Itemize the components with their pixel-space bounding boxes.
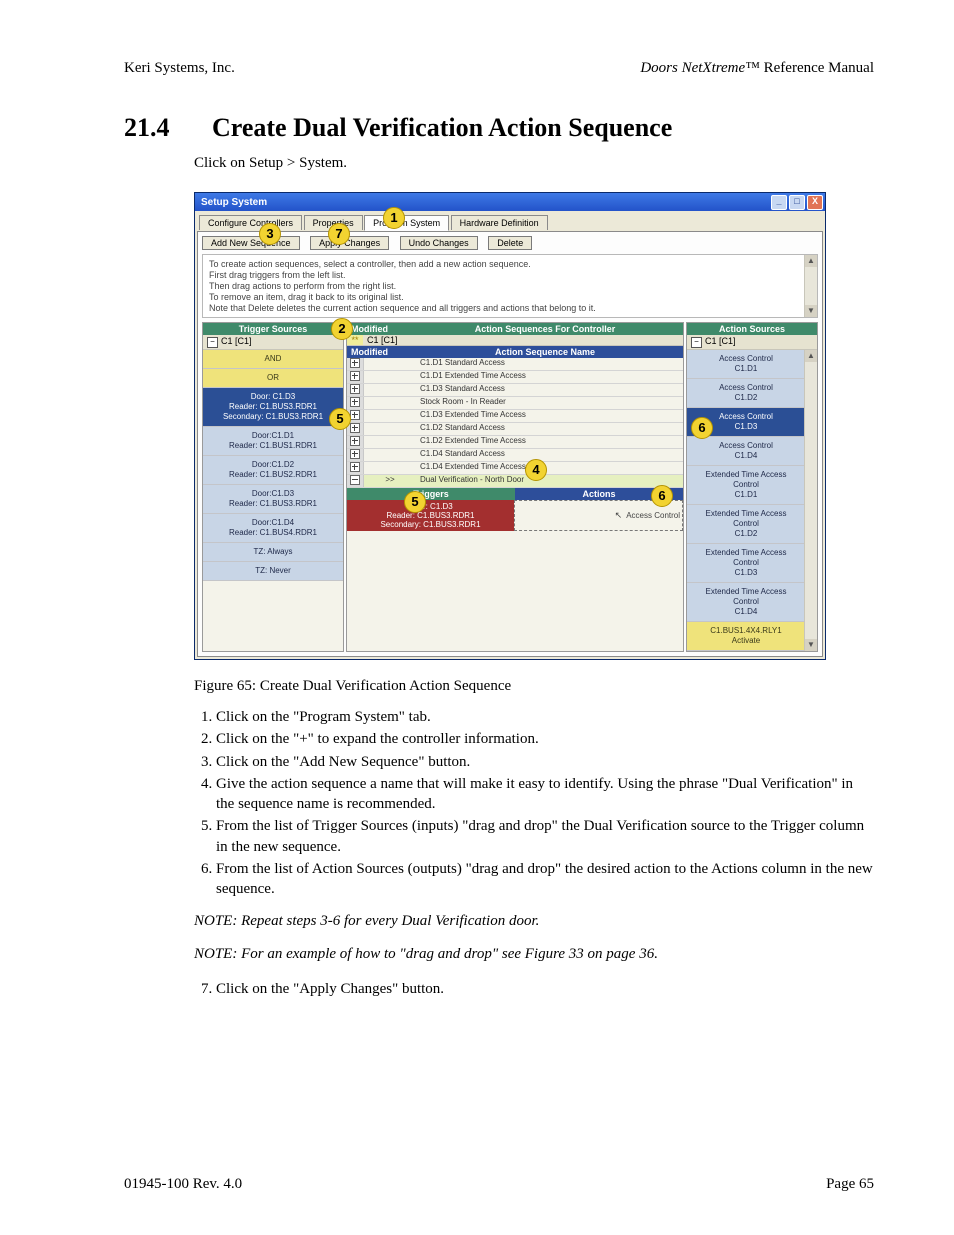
sequence-row[interactable]: C1.D4 Standard Access bbox=[347, 449, 683, 462]
scrollbar[interactable]: ▲ ▼ bbox=[804, 350, 817, 651]
sequence-row[interactable]: Stock Room - In Reader bbox=[347, 397, 683, 410]
step-item: From the list of Action Sources (outputs… bbox=[216, 859, 874, 900]
triggers-subheader: Triggers bbox=[347, 488, 515, 500]
callout-2: 2 bbox=[331, 318, 353, 340]
step-item: Give the action sequence a name that wil… bbox=[216, 774, 874, 815]
sequence-row[interactable]: C1.D2 Standard Access bbox=[347, 423, 683, 436]
action-source-item[interactable]: Extended Time AccessControlC1.D2 bbox=[687, 505, 805, 544]
sequences-panel: Modified Action Sequences For Controller… bbox=[346, 322, 684, 652]
close-button[interactable]: X bbox=[807, 195, 823, 210]
header-suffix: Reference Manual bbox=[760, 60, 874, 76]
window-title: Setup System bbox=[201, 197, 771, 208]
callout-7: 7 bbox=[328, 223, 350, 245]
scroll-up-icon[interactable]: ▲ bbox=[805, 350, 817, 362]
action-sources-header: Action Sources bbox=[687, 323, 817, 335]
trigger-source-item[interactable]: TZ: Always bbox=[203, 543, 343, 562]
trigger-drop-cell[interactable]: Door: C1.D3 Reader: C1.BUS3.RDR1 Seconda… bbox=[347, 500, 514, 531]
step-item: Click on the "+" to expand the controlle… bbox=[216, 729, 874, 749]
callout-6a: 6 bbox=[691, 417, 713, 439]
undo-changes-button[interactable]: Undo Changes bbox=[400, 236, 478, 250]
trigger-source-item[interactable]: Door:C1.D2Reader: C1.BUS2.RDR1 bbox=[203, 456, 343, 485]
step-item: Click on the "Program System" tab. bbox=[216, 707, 874, 727]
apply-changes-button[interactable]: Apply Changes bbox=[310, 236, 389, 250]
section-intro: Click on Setup > System. bbox=[194, 155, 874, 172]
trigger-sources-header: Trigger Sources bbox=[203, 323, 343, 335]
action-source-item[interactable]: Access ControlC1.D1 bbox=[687, 350, 805, 379]
sequence-row[interactable]: C1.D1 Extended Time Access bbox=[347, 371, 683, 384]
scrollbar[interactable]: ▲ ▼ bbox=[804, 255, 817, 317]
sequence-row[interactable]: C1.D4 Extended Time Access bbox=[347, 462, 683, 475]
seq-name-header: Action Sequence Name bbox=[407, 346, 683, 358]
app-window: 1 2 3 4 5 5 6 6 7 Setup System _ □ X Con… bbox=[194, 192, 826, 660]
callout-4: 4 bbox=[525, 459, 547, 481]
instruction-line: To create action sequences, select a con… bbox=[209, 259, 811, 270]
trigger-source-item[interactable]: Door: C1.D3Reader: C1.BUS3.RDR1Secondary… bbox=[203, 388, 343, 427]
minimize-button[interactable]: _ bbox=[771, 195, 787, 210]
trigger-source-item[interactable]: Door:C1.D3Reader: C1.BUS3.RDR1 bbox=[203, 485, 343, 514]
footer-docnum: 01945-100 Rev. 4.0 bbox=[124, 1176, 242, 1193]
action-source-item[interactable]: Access ControlC1.D4 bbox=[687, 437, 805, 466]
callout-5a: 5 bbox=[329, 408, 351, 430]
sequences-for-controller-header: Action Sequences For Controller bbox=[407, 323, 683, 335]
scroll-down-icon[interactable]: ▼ bbox=[805, 305, 817, 317]
instruction-line: Then drag actions to perform from the ri… bbox=[209, 281, 811, 292]
expand-icon[interactable]: − bbox=[207, 337, 218, 348]
callout-6b: 6 bbox=[651, 485, 673, 507]
action-tree-root[interactable]: −C1 [C1] bbox=[687, 335, 817, 350]
step-item: Click on the "Apply Changes" button. bbox=[216, 979, 874, 999]
sequence-row[interactable]: >>Dual Verification - North Door bbox=[347, 475, 683, 488]
action-sources-panel: Action Sources −C1 [C1] ▲ ▼ Access Contr… bbox=[686, 322, 818, 652]
callout-1: 1 bbox=[383, 207, 405, 229]
instruction-box: To create action sequences, select a con… bbox=[202, 254, 818, 318]
instruction-line: Note that Delete deletes the current act… bbox=[209, 303, 811, 314]
tab-hardware-definition[interactable]: Hardware Definition bbox=[451, 215, 548, 230]
titlebar[interactable]: Setup System _ □ X bbox=[195, 193, 825, 211]
trigger-source-item[interactable]: Door:C1.D4Reader: C1.BUS4.RDR1 bbox=[203, 514, 343, 543]
modified-header: Modified bbox=[347, 323, 407, 335]
note-example: NOTE: For an example of how to "drag and… bbox=[194, 946, 874, 963]
cursor-icon: ↖ bbox=[615, 510, 623, 521]
add-new-sequence-button[interactable]: Add New Sequence bbox=[202, 236, 300, 250]
trigger-source-item[interactable]: Door:C1.D1Reader: C1.BUS1.RDR1 bbox=[203, 427, 343, 456]
controller-row[interactable]: C1 [C1] bbox=[363, 335, 683, 345]
action-source-item[interactable]: C1.BUS1.4X4.RLY1Activate bbox=[687, 622, 805, 651]
delete-button[interactable]: Delete bbox=[488, 236, 532, 250]
step-item: Click on the "Add New Sequence" button. bbox=[216, 752, 874, 772]
steps-list-cont: Click on the "Apply Changes" button. bbox=[194, 979, 874, 999]
callout-3: 3 bbox=[259, 223, 281, 245]
tab-program-system[interactable]: Program System bbox=[364, 215, 449, 231]
trigger-source-item[interactable]: TZ: Never bbox=[203, 562, 343, 581]
section-title: Create Dual Verification Action Sequence bbox=[212, 113, 672, 143]
maximize-button[interactable]: □ bbox=[789, 195, 805, 210]
tab-configure-controllers[interactable]: Configure Controllers bbox=[199, 215, 302, 230]
sequence-row[interactable]: C1.D3 Standard Access bbox=[347, 384, 683, 397]
scroll-down-icon[interactable]: ▼ bbox=[805, 639, 817, 651]
callout-5b: 5 bbox=[404, 491, 426, 513]
sequence-row[interactable]: C1.D1 Standard Access bbox=[347, 358, 683, 371]
action-source-item[interactable]: Extended Time AccessControlC1.D4 bbox=[687, 583, 805, 622]
header-tm: ™ bbox=[745, 60, 760, 76]
header-company: Keri Systems, Inc. bbox=[124, 60, 235, 77]
note-repeat: NOTE: Repeat steps 3-6 for every Dual Ve… bbox=[194, 913, 874, 930]
trigger-source-item[interactable]: AND bbox=[203, 350, 343, 369]
action-source-item[interactable]: Access ControlC1.D2 bbox=[687, 379, 805, 408]
section-number: 21.4 bbox=[124, 113, 184, 143]
steps-list: Click on the "Program System" tab.Click … bbox=[194, 707, 874, 899]
instruction-line: To remove an item, drag it back to its o… bbox=[209, 292, 811, 303]
expand-icon[interactable]: − bbox=[691, 337, 702, 348]
seq-modified-header: Modified bbox=[347, 346, 407, 358]
footer-page: Page 65 bbox=[826, 1176, 874, 1193]
sequence-row[interactable]: C1.D3 Extended Time Access bbox=[347, 410, 683, 423]
action-source-item[interactable]: Extended Time AccessControlC1.D3 bbox=[687, 544, 805, 583]
trigger-sources-panel: Trigger Sources −C1 [C1] ANDORDoor: C1.D… bbox=[202, 322, 344, 652]
figure-caption: Figure 65: Create Dual Verification Acti… bbox=[194, 678, 874, 695]
scroll-up-icon[interactable]: ▲ bbox=[805, 255, 817, 267]
instruction-line: First drag triggers from the left list. bbox=[209, 270, 811, 281]
sequence-row[interactable]: C1.D2 Extended Time Access bbox=[347, 436, 683, 449]
trigger-source-item[interactable]: OR bbox=[203, 369, 343, 388]
action-source-item[interactable]: Extended Time AccessControlC1.D1 bbox=[687, 466, 805, 505]
header-product: Doors NetXtreme bbox=[640, 60, 745, 76]
trigger-tree-root[interactable]: −C1 [C1] bbox=[203, 335, 343, 350]
step-item: From the list of Trigger Sources (inputs… bbox=[216, 816, 874, 857]
